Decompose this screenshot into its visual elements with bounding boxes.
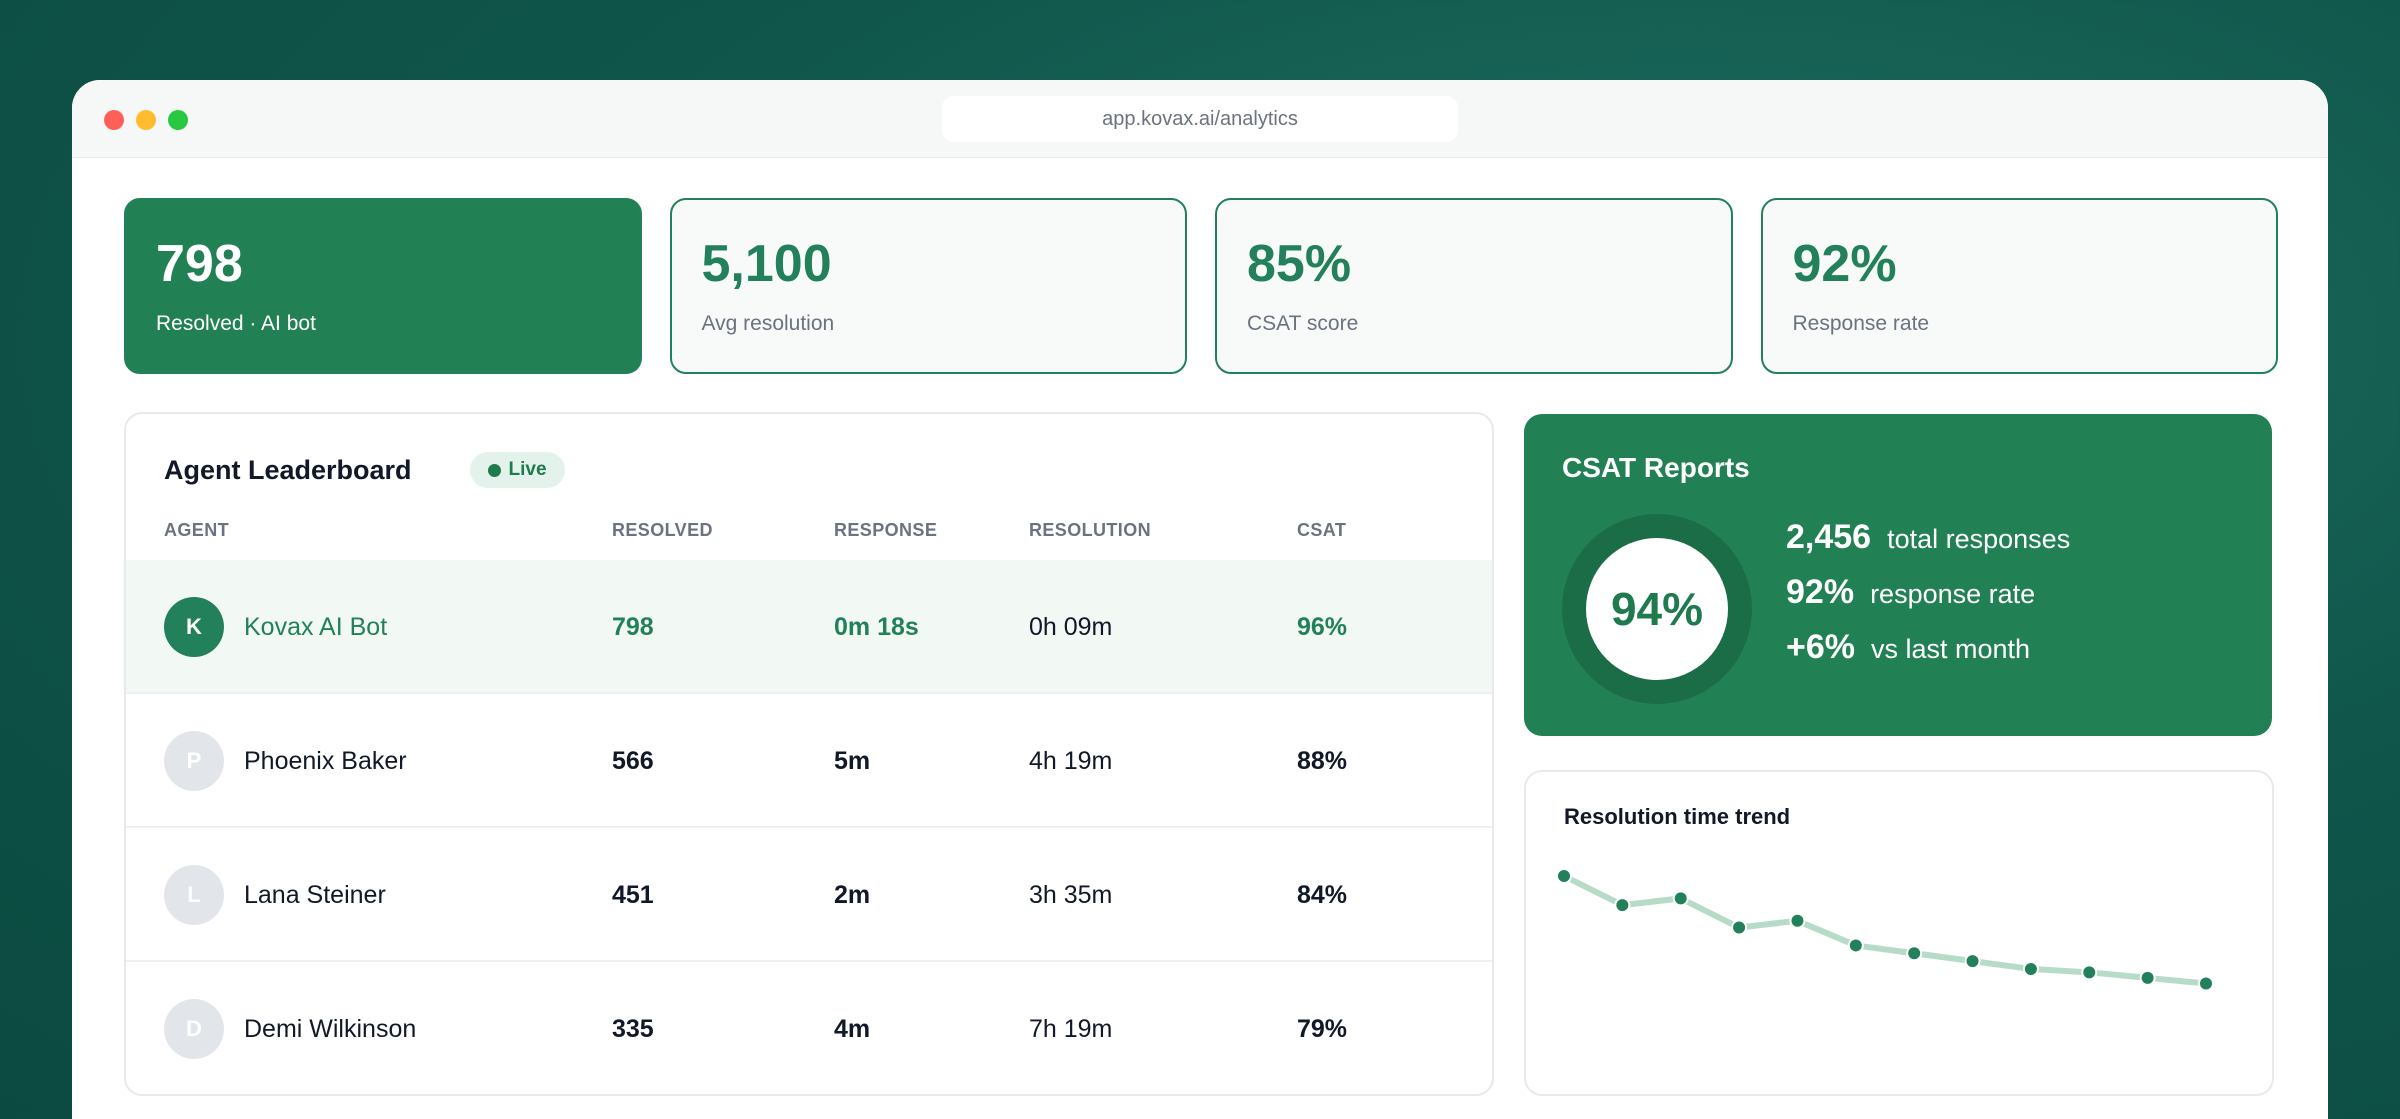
agent-name: Demi Wilkinson [244,1014,417,1043]
trend-point[interactable] [2022,960,2039,977]
column-header-csat[interactable]: CSAT [1297,520,1346,541]
live-dot-icon [487,463,501,477]
stat-card-csat[interactable]: 85% CSAT score [1215,198,1733,374]
response-value: 4m [834,1014,871,1043]
response-value: 2m [834,880,871,909]
trend-point[interactable] [1964,953,1981,970]
resolved-value: 451 [612,880,654,909]
close-window-button[interactable] [104,110,124,130]
resolution-trend-card: Resolution time trend [1524,770,2274,1096]
trend-point[interactable] [2198,975,2214,992]
table-body: K Kovax AI Bot 798 0m 18s 0h 09m 96% P P… [126,560,1492,1094]
csat-value: 84% [1297,880,1348,909]
agent-name: Lana Steiner [244,880,386,909]
metric-label: vs last month [1871,634,2031,664]
trend-point[interactable] [1672,890,1689,907]
minimize-window-button[interactable] [136,110,156,130]
trend-point[interactable] [1906,945,1923,962]
stat-value: 92% [1792,235,1897,293]
metric-value: +6% [1786,628,1855,666]
avatar: K [164,597,224,657]
resolution-value: 3h 35m [1029,880,1113,909]
table-header: AGENT RESOLVED RESPONSE RESOLUTION CSAT [126,520,1492,550]
resolution-value: 7h 19m [1029,1014,1113,1043]
csat-metrics: 2,456 total responses 92% response rate … [1786,518,2070,683]
stat-label: Response rate [1792,312,1930,335]
csat-value: 79% [1297,1014,1348,1043]
resolution-value: 4h 19m [1029,746,1113,775]
resolved-value: 566 [612,746,654,775]
trend-chart [1556,868,2214,992]
address-bar[interactable]: app.kovax.ai/analytics [942,96,1458,142]
stat-cards: 798 Resolved · AI bot 5,100 Avg resoluti… [124,198,2278,374]
column-header-response[interactable]: RESPONSE [834,520,937,541]
stat-label: Avg resolution [701,312,835,335]
csat-value: 96% [1297,612,1348,641]
stat-label: CSAT score [1247,312,1359,335]
maximize-window-button[interactable] [168,110,188,130]
table-row[interactable]: P Phoenix Baker 566 5m 4h 19m 88% [126,694,1492,828]
trend-point[interactable] [1789,912,1806,929]
column-header-resolution[interactable]: RESOLUTION [1029,520,1151,541]
table-row[interactable]: L Lana Steiner 451 2m 3h 35m 84% [126,828,1492,962]
response-value: 5m [834,746,871,775]
stat-card-avg-resolution[interactable]: 5,100 Avg resolution [669,198,1187,374]
dashboard-content: 798 Resolved · AI bot 5,100 Avg resoluti… [124,198,2278,1096]
metric-vs-last-month: +6% vs last month [1786,628,2070,683]
csat-value: 88% [1297,746,1348,775]
trend-point[interactable] [1731,919,1748,936]
resolved-value: 798 [612,612,654,641]
metric-value: 92% [1786,573,1855,611]
stat-value: 85% [1247,235,1352,293]
csat-reports-card: CSAT Reports 94% 2,456 total responses 9… [1524,414,2272,736]
leaderboard-header: Agent Leaderboard Live [164,452,565,488]
stat-label: Resolved · AI bot [156,312,316,335]
trend-point[interactable] [1847,937,1864,954]
trend-point[interactable] [1556,868,1572,884]
live-badge-label: Live [508,459,547,480]
agent-name: Phoenix Baker [244,746,407,775]
resolution-value: 0h 09m [1029,612,1113,641]
metric-value: 2,456 [1786,518,1872,556]
agent-leaderboard: Agent Leaderboard Live AGENT RESOLVED RE… [124,412,1494,1096]
browser-titlebar: app.kovax.ai/analytics [72,80,2328,158]
csat-reports-title: CSAT Reports [1562,452,1750,483]
trend-line [1561,873,2209,987]
metric-response-rate: 92% response rate [1786,573,2070,628]
avatar: L [164,865,224,925]
stat-value: 798 [156,235,243,293]
csat-donut: 94% [1562,514,1752,704]
avatar: P [164,731,224,791]
stat-card-response-rate[interactable]: 92% Response rate [1760,198,2278,374]
csat-score: 94% [1586,538,1728,680]
trend-point[interactable] [2139,969,2156,986]
metric-label: response rate [1870,579,2036,609]
response-value: 0m 18s [834,612,919,641]
leaderboard-title: Agent Leaderboard [164,454,412,485]
table-row[interactable]: D Demi Wilkinson 335 4m 7h 19m 79% [126,962,1492,1094]
metric-label: total responses [1887,524,2071,554]
column-header-resolved[interactable]: RESOLVED [612,520,713,541]
live-badge: Live [469,452,565,488]
trend-point[interactable] [1614,897,1631,914]
stat-value: 5,100 [701,235,832,293]
column-header-agent[interactable]: AGENT [164,520,229,541]
avatar: D [164,999,224,1059]
stat-card-resolved[interactable]: 798 Resolved · AI bot [124,198,642,374]
metric-total-responses: 2,456 total responses [1786,518,2070,573]
agent-name: Kovax AI Bot [244,612,388,641]
table-row[interactable]: K Kovax AI Bot 798 0m 18s 0h 09m 96% [126,560,1492,694]
trend-point[interactable] [2081,964,2098,981]
browser-window: app.kovax.ai/analytics 798 Resolved · AI… [72,80,2328,1119]
resolved-value: 335 [612,1014,654,1043]
